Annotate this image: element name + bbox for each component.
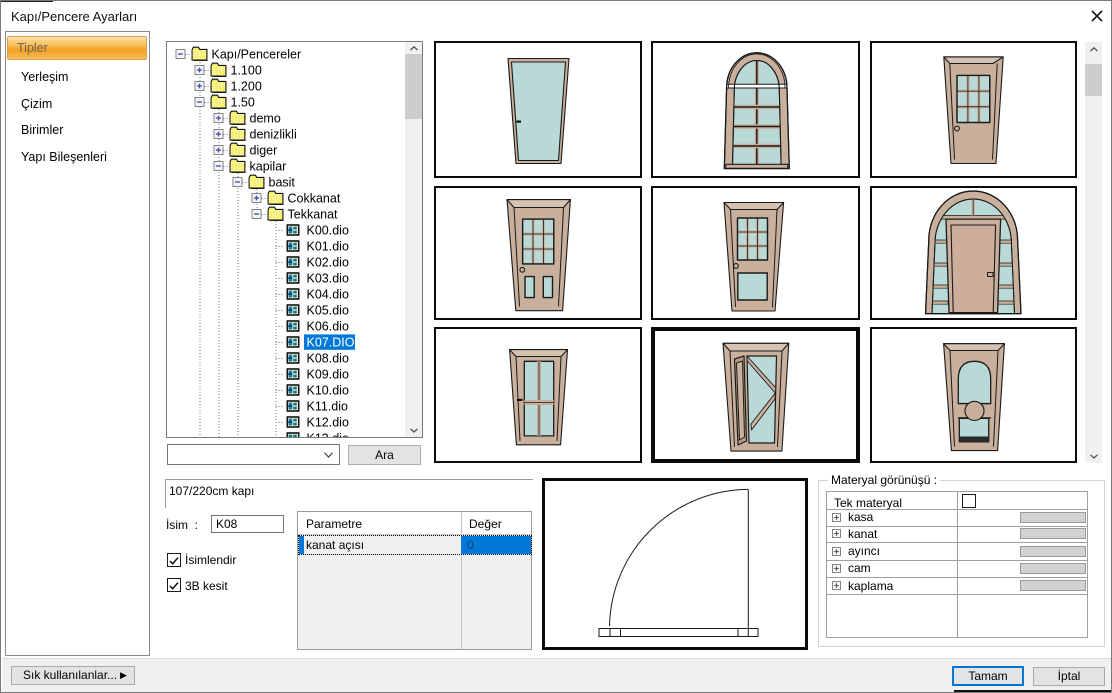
svg-text:K01.dio: K01.dio <box>307 239 349 253</box>
svg-text:demo: demo <box>250 111 281 125</box>
svg-text:K05.dio: K05.dio <box>307 303 349 317</box>
svg-text:basit: basit <box>269 175 296 189</box>
svg-text:diger: diger <box>250 143 278 157</box>
svg-text:Kapı/Pencereler: Kapı/Pencereler <box>212 47 302 61</box>
svg-text:Tekkanat: Tekkanat <box>288 207 339 221</box>
svg-text:K13.dio: K13.dio <box>307 431 349 437</box>
svg-text:K11.dio: K11.dio <box>307 399 349 413</box>
svg-text:1.50: 1.50 <box>231 95 255 109</box>
svg-text:K02.dio: K02.dio <box>307 255 349 269</box>
svg-text:K04.dio: K04.dio <box>307 287 349 301</box>
svg-text:1.200: 1.200 <box>231 79 262 93</box>
svg-text:K03.dio: K03.dio <box>307 271 349 285</box>
svg-text:1.100: 1.100 <box>231 63 262 77</box>
svg-text:K10.dio: K10.dio <box>307 383 349 397</box>
svg-text:K06.dio: K06.dio <box>307 319 349 333</box>
svg-text:kapilar: kapilar <box>250 159 287 173</box>
svg-text:K12.dio: K12.dio <box>307 415 349 429</box>
svg-text:K00.dio: K00.dio <box>307 223 349 237</box>
svg-text:denizlikli: denizlikli <box>250 127 297 141</box>
svg-text:K09.dio: K09.dio <box>307 367 349 381</box>
svg-text:K08.dio: K08.dio <box>307 351 349 365</box>
svg-text:K07.DIO: K07.DIO <box>307 335 355 349</box>
svg-text:Cokkanat: Cokkanat <box>288 191 341 205</box>
